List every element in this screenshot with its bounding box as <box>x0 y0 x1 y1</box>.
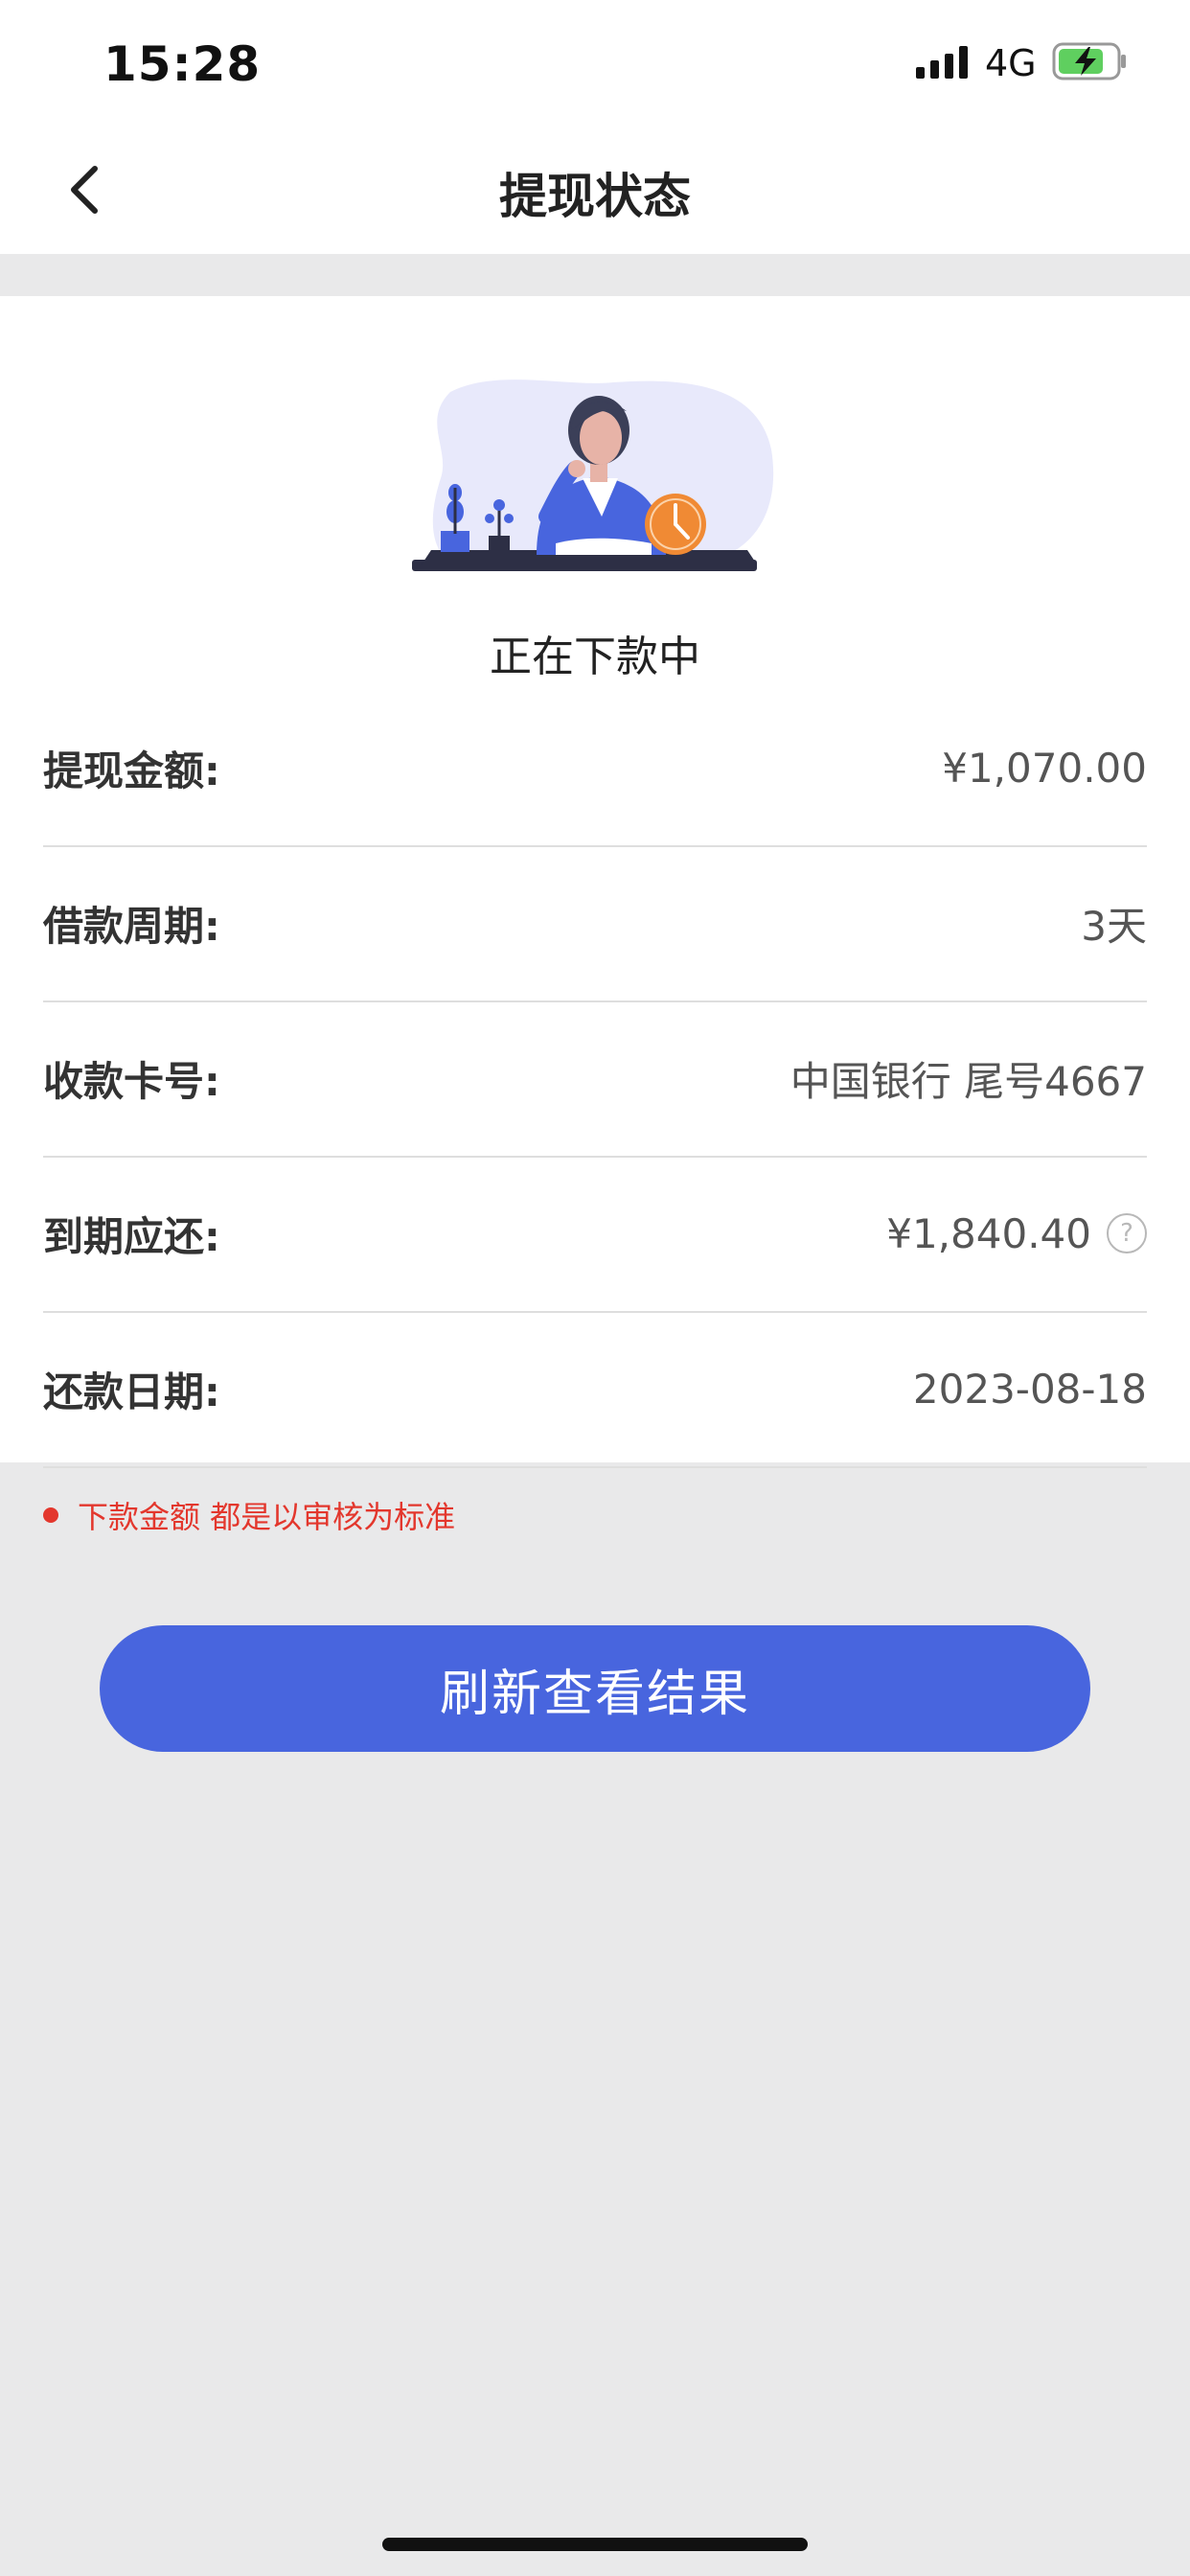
row-label: 借款周期: <box>43 902 220 950</box>
notice-text: 下款金额 都是以审核为标准 <box>78 1499 456 1535</box>
row-value-text: 中国银行 尾号4667 <box>790 1057 1147 1105</box>
row-label: 还款日期: <box>43 1368 220 1415</box>
row-value-text: ¥1,070.00 <box>942 744 1147 792</box>
row-value: 2023-08-18 <box>913 1366 1147 1413</box>
row-card-number: 收款卡号: 中国银行 尾号4667 <box>43 1000 1147 1158</box>
row-label: 到期应还: <box>43 1212 220 1260</box>
status-text: 正在下款中 <box>490 632 700 681</box>
row-value: 中国银行 尾号4667 <box>790 1049 1147 1108</box>
row-label: 收款卡号: <box>43 1057 220 1105</box>
withdraw-status-card: 正在下款中 提现金额: ¥1,070.00 借款周期: 3天 收款卡号: 中国银… <box>0 296 1190 1468</box>
refresh-result-button[interactable]: 刷新查看结果 <box>100 1625 1090 1752</box>
page-title: 提现状态 <box>499 169 691 224</box>
signal-bars-icon <box>916 46 970 82</box>
row-label: 提现金额: <box>43 747 220 794</box>
row-value-text: ¥1,840.40 <box>886 1209 1091 1257</box>
notice: 下款金额 都是以审核为标准 <box>43 1493 455 1537</box>
status-time: 15:28 <box>103 36 262 92</box>
row-repayment-date: 还款日期: 2023-08-18 <box>43 1311 1147 1468</box>
row-value: ¥1,070.00 <box>942 745 1147 792</box>
row-loan-period: 借款周期: 3天 <box>43 845 1147 1002</box>
network-label: 4G <box>985 42 1037 84</box>
notice-dot-icon <box>43 1507 58 1523</box>
row-value-text: 3天 <box>1081 902 1147 950</box>
home-indicator[interactable] <box>382 2538 808 2551</box>
status-illustration <box>412 373 776 587</box>
help-icon[interactable]: ? <box>1107 1213 1147 1254</box>
row-withdraw-amount: 提现金额: ¥1,070.00 <box>43 690 1147 847</box>
row-value-text: 2023-08-18 <box>912 1365 1147 1413</box>
row-due-amount: 到期应还: ¥1,840.40 ? <box>43 1156 1147 1313</box>
nav-bar: 提现状态 <box>0 129 1190 254</box>
battery-charging-icon <box>1052 42 1129 84</box>
status-bar: 15:28 4G <box>0 0 1190 129</box>
row-value: ¥1,840.40 ? <box>886 1210 1147 1257</box>
divider-band <box>0 254 1190 296</box>
row-value: 3天 <box>1081 894 1147 953</box>
